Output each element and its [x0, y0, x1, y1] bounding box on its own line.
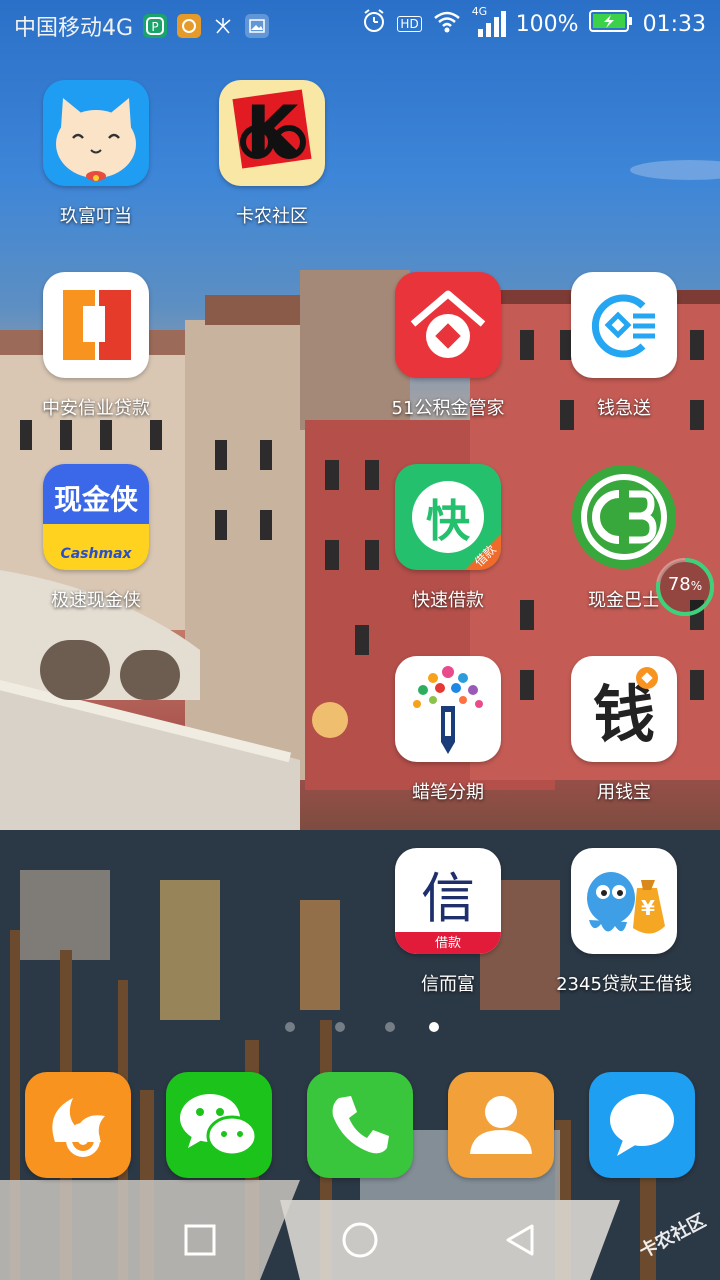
- hd-badge: HD: [397, 16, 422, 32]
- dock-messages[interactable]: [557, 1072, 720, 1178]
- app-jisu-xianjinxia[interactable]: 现金侠 Cashmax 极速现金侠: [11, 464, 181, 612]
- blue-rounded-icon: [571, 272, 677, 378]
- phone-handset-icon: [307, 1072, 413, 1178]
- app-label: 钱急送: [597, 398, 651, 419]
- svg-text:P: P: [151, 20, 158, 34]
- app-label: 51公积金管家: [391, 398, 505, 419]
- cashmax-sub: Cashmax: [60, 546, 132, 562]
- app-label: 用钱宝: [597, 782, 651, 803]
- navigation-bar: [0, 1200, 720, 1280]
- circle-icon: [342, 1222, 378, 1258]
- page-dot[interactable]: [285, 1022, 295, 1032]
- app-2345-daikuanwang[interactable]: ¥ 2345贷款王借钱: [539, 848, 709, 996]
- xin-banner: 借款: [434, 936, 461, 951]
- app-label: 快速借款: [412, 590, 484, 611]
- app-label: 2345贷款王借钱: [556, 974, 692, 995]
- app-label: 现金巴士: [588, 590, 660, 611]
- app-label: 玖富叮当: [60, 206, 132, 227]
- app-label: 卡农社区: [236, 206, 308, 227]
- cb-circle-icon: [571, 464, 677, 570]
- orange-square-icon: [43, 272, 149, 378]
- app-kanong-community[interactable]: K 卡农社区: [187, 80, 357, 228]
- cat-face-icon: [43, 80, 149, 186]
- app-yongqianbao[interactable]: 钱 用钱宝: [539, 656, 709, 804]
- back-button[interactable]: [498, 1218, 542, 1262]
- app-labi-fenqi[interactable]: 蜡笔分期: [363, 656, 533, 804]
- app-label: 极速现金侠: [51, 590, 141, 611]
- triangle-back-icon: [506, 1224, 534, 1256]
- alarm-icon: [361, 8, 387, 40]
- app-label: 信而富: [421, 974, 475, 995]
- wifi-icon: [432, 9, 462, 39]
- wechat-bubble-icon: [166, 1072, 272, 1178]
- house-icon: [395, 272, 501, 378]
- app-jiufu-dingdang[interactable]: 玖富叮当: [11, 80, 181, 228]
- app-51-gongjijin[interactable]: 51公积金管家: [363, 272, 533, 420]
- carrier-label: 中国移动4G: [14, 16, 134, 41]
- clock: 01:33: [642, 11, 706, 37]
- signal-icon: 4G: [472, 5, 506, 39]
- home-button[interactable]: [338, 1218, 382, 1262]
- crayon-tree-icon: [395, 656, 501, 762]
- app-zhongan-loan[interactable]: 中安信业贷款: [11, 272, 181, 420]
- kuai-char: 快: [426, 496, 470, 547]
- battery-charging-icon: [588, 9, 633, 39]
- memory-unit: %: [690, 579, 703, 593]
- qian-icon: 钱: [571, 656, 677, 762]
- memory-percent: 78%: [654, 574, 716, 595]
- app-label: 蜡笔分期: [412, 782, 484, 803]
- app-label: 中安信业贷款: [42, 398, 150, 419]
- octopus-icon: ¥: [571, 848, 677, 954]
- app-xinerfu[interactable]: 信 借款 信而富: [363, 848, 533, 996]
- person-icon: [448, 1072, 554, 1178]
- memory-value: 78: [667, 574, 691, 595]
- uc-squirrel-icon: [25, 1072, 131, 1178]
- cashmax-icon: 现金侠 Cashmax: [43, 464, 149, 570]
- app-qianjisong[interactable]: 钱急送: [539, 272, 709, 420]
- gallery-icon: [245, 14, 270, 38]
- cashmax-title: 现金侠: [53, 483, 138, 516]
- battery-percent: 100%: [515, 11, 579, 37]
- status-bar: 中国移动4G P HD 4G 100% 01:33: [0, 0, 720, 50]
- app-kuaisu-jiekuan[interactable]: 快 借款 快速借款: [363, 464, 533, 612]
- dandelion-icon: [211, 14, 235, 38]
- xin-icon: 信 借款: [395, 848, 501, 954]
- recents-button[interactable]: [178, 1218, 222, 1262]
- square-icon: [184, 1224, 216, 1256]
- page-indicator[interactable]: [0, 1022, 720, 1034]
- p-app-icon: P: [143, 14, 168, 38]
- page-dot-active[interactable]: [429, 1022, 439, 1032]
- page-dot[interactable]: [335, 1022, 345, 1032]
- page-dot[interactable]: [385, 1022, 395, 1032]
- k-glasses-icon: K: [219, 80, 325, 186]
- xin-char: 信: [421, 867, 475, 930]
- yen-sign: ¥: [641, 896, 655, 920]
- uc-icon: [177, 14, 202, 38]
- chat-bubble-icon: [589, 1072, 695, 1178]
- kuai-icon: 快 借款: [395, 464, 501, 570]
